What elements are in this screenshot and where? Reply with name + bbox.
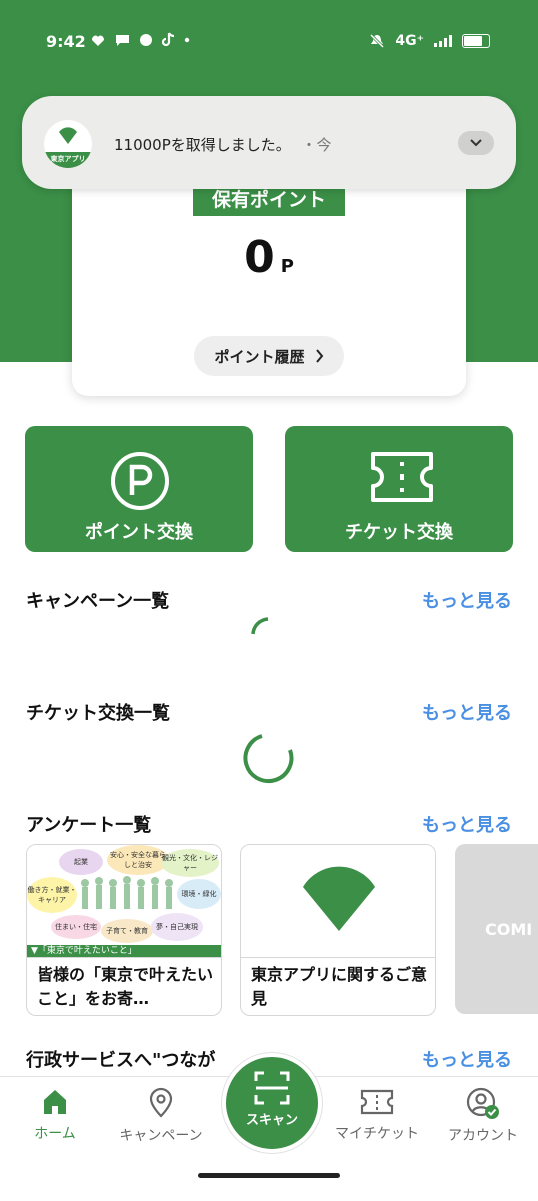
scan-icon bbox=[254, 1071, 290, 1105]
home-icon bbox=[44, 1090, 66, 1114]
scan-button[interactable]: スキャン bbox=[222, 1053, 322, 1153]
ticket-loading-spinner bbox=[243, 734, 294, 784]
survey-caption-app: 東京アプリに関するご意見 bbox=[251, 965, 428, 1008]
survey-banner-text: ▼「東京で叶えたいこと」 bbox=[27, 945, 221, 957]
app-icon-label: 東京アプリ bbox=[44, 152, 92, 168]
status-bar: 9:42 4G⁺ bbox=[0, 28, 538, 60]
people-illustration bbox=[81, 876, 173, 909]
bubble-tourism: 観光・文化・レジャー bbox=[161, 849, 219, 877]
account-icon bbox=[466, 1087, 499, 1119]
notification-icons bbox=[90, 32, 190, 47]
bubble-work: 働き方・就業・キャリア bbox=[27, 877, 77, 913]
ticket-icon bbox=[360, 1089, 394, 1115]
services-list-title: 行政サービスへ"つなが bbox=[26, 1050, 216, 1071]
nav-account-label: アカウント bbox=[448, 1128, 518, 1144]
nav-campaign[interactable]: キャンペーン bbox=[106, 1087, 216, 1145]
bubble-childcare: 子育て・教育 bbox=[101, 919, 153, 943]
campaign-more-link[interactable]: もっと見る bbox=[422, 587, 512, 613]
app-icon: 東京アプリ bbox=[44, 120, 92, 168]
survey-card-wishes[interactable]: 起業 安心・安全な暮らしと治安 観光・文化・レジャー 働き方・就業・キャリア 環… bbox=[26, 844, 222, 1016]
nav-my-ticket[interactable]: マイチケット bbox=[322, 1087, 432, 1143]
bubble-startup: 起業 bbox=[59, 849, 103, 875]
system-icons: 4G⁺ bbox=[369, 33, 490, 49]
nav-account[interactable]: アカウント bbox=[428, 1087, 538, 1145]
point-history-label: ポイント履歴 bbox=[214, 347, 305, 366]
sns-icon bbox=[140, 33, 152, 46]
chat-icon bbox=[116, 34, 129, 46]
status-time: 9:42 bbox=[46, 32, 86, 51]
push-notification[interactable]: 東京アプリ 11000Pを取得しました。 ・今 bbox=[22, 96, 516, 189]
points-unit: P bbox=[280, 256, 294, 277]
signal-icon bbox=[434, 35, 452, 47]
tiktok-icon bbox=[162, 32, 175, 47]
points-value: 0P bbox=[72, 232, 466, 283]
notification-text: 11000Pを取得しました。 ・今 bbox=[114, 134, 332, 155]
point-exchange-label: ポイント交換 bbox=[85, 522, 193, 543]
point-p-icon bbox=[111, 452, 169, 510]
battery-icon bbox=[462, 34, 490, 48]
survey-card-app-feedback[interactable]: 東京アプリに関するご意見 bbox=[240, 844, 436, 1016]
point-history-button[interactable]: ポイント履歴 bbox=[194, 336, 344, 376]
mute-icon bbox=[370, 33, 385, 49]
coming-soon-card[interactable]: COMI bbox=[455, 844, 538, 1014]
ticket-list-title: チケット交換一覧 bbox=[26, 703, 170, 724]
survey-thumbnail-wishes: 起業 安心・安全な暮らしと治安 観光・文化・レジャー 働き方・就業・キャリア 環… bbox=[27, 845, 221, 958]
home-indicator bbox=[198, 1173, 340, 1178]
ginkgo-leaf-icon bbox=[59, 127, 77, 144]
chevron-right-icon bbox=[315, 349, 323, 363]
nav-home[interactable]: ホーム bbox=[0, 1087, 110, 1143]
nav-my-ticket-label: マイチケット bbox=[335, 1126, 419, 1142]
bubble-environment: 環境・緑化 bbox=[177, 879, 221, 909]
ticket-exchange-button[interactable]: チケット交換 bbox=[285, 426, 513, 552]
notification-time: ・今 bbox=[301, 136, 332, 154]
ginkgo-leaf-icon bbox=[303, 866, 375, 931]
coming-soon-label: COMI bbox=[485, 920, 533, 939]
point-exchange-button[interactable]: ポイント交換 bbox=[25, 426, 253, 552]
chevron-down-icon bbox=[470, 139, 482, 147]
bubble-safety: 安心・安全な暮らしと治安 bbox=[107, 845, 169, 875]
nav-campaign-label: キャンペーン bbox=[119, 1128, 203, 1144]
notification-message: 11000Pを取得しました。 bbox=[114, 136, 291, 154]
services-more-link[interactable]: もっと見る bbox=[422, 1046, 512, 1072]
ticket-exchange-label: チケット交換 bbox=[345, 522, 453, 543]
scan-label: スキャン bbox=[245, 1113, 298, 1128]
dot-icon bbox=[184, 37, 190, 42]
bubble-dreams: 夢・自己実現 bbox=[151, 913, 203, 941]
ticket-more-link[interactable]: もっと見る bbox=[422, 699, 512, 725]
survey-more-link[interactable]: もっと見る bbox=[422, 811, 512, 837]
points-number: 0 bbox=[244, 232, 275, 283]
network-type: 4G⁺ bbox=[395, 33, 424, 49]
survey-list-title: アンケート一覧 bbox=[26, 815, 152, 836]
location-pin-icon bbox=[149, 1087, 173, 1118]
campaign-loading-spinner bbox=[251, 617, 269, 635]
campaign-list-title: キャンペーン一覧 bbox=[26, 591, 170, 612]
nav-home-label: ホーム bbox=[34, 1126, 76, 1142]
weather-icon bbox=[92, 35, 104, 46]
survey-thumbnail-app bbox=[241, 845, 435, 958]
bubble-housing: 住まい・住宅 bbox=[51, 915, 101, 939]
expand-notification-button[interactable] bbox=[458, 131, 494, 155]
ticket-icon bbox=[371, 452, 433, 502]
survey-caption-wishes: 皆様の「東京で叶えたいこと」をお寄… bbox=[37, 965, 214, 1008]
